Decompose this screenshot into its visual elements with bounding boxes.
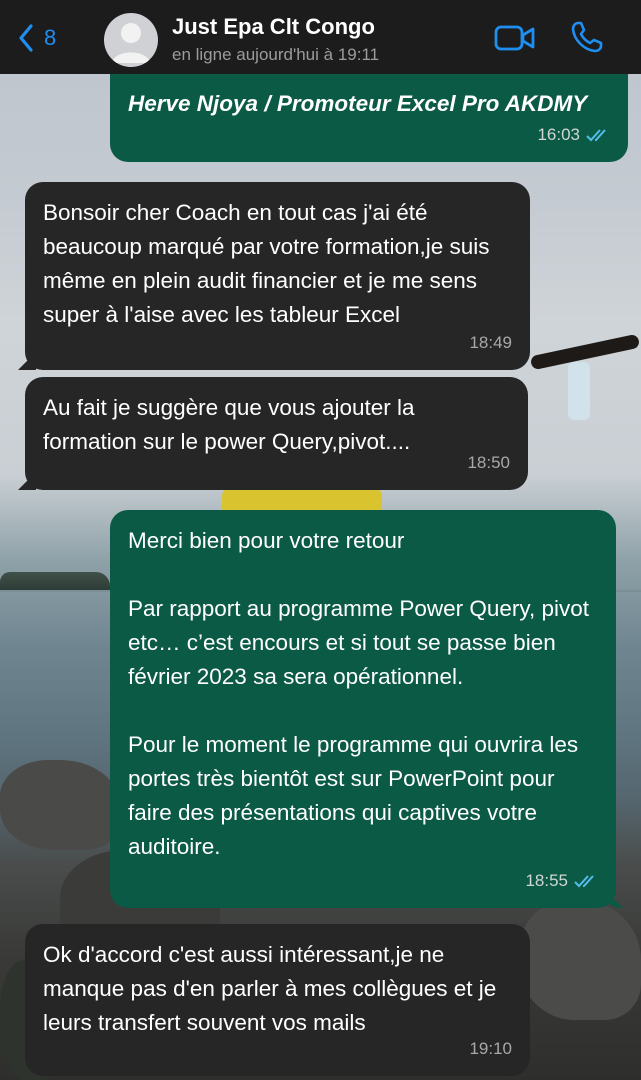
double-check-icon bbox=[586, 129, 606, 142]
message-timestamp: 19:10 bbox=[469, 1039, 512, 1058]
double-check-icon bbox=[574, 875, 594, 888]
contact-status: en ligne aujourd'hui à 19:11 bbox=[172, 45, 380, 64]
contact-name[interactable]: Just Epa Clt Congo bbox=[172, 14, 375, 40]
back-button[interactable]: 8 bbox=[18, 24, 56, 52]
message-time: 16:03 bbox=[537, 118, 610, 152]
message-text: Merci bien pour votre retour Par rapport… bbox=[128, 528, 590, 859]
chevron-left-icon bbox=[19, 24, 33, 52]
message-timestamp: 18:55 bbox=[525, 871, 568, 890]
message-text: Herve Njoya / Promoteur Excel Pro AKDMY bbox=[128, 91, 588, 116]
wallpaper-bottle bbox=[568, 362, 590, 420]
video-call-button[interactable] bbox=[494, 24, 536, 57]
message-bubble-incoming[interactable]: Bonsoir cher Coach en tout cas j'ai été … bbox=[25, 182, 530, 370]
chat-header: 8 Just Epa Clt Congo en ligne aujourd'hu… bbox=[0, 0, 641, 74]
message-text: Bonsoir cher Coach en tout cas j'ai été … bbox=[43, 200, 496, 327]
message-text: Ok d'accord c'est aussi intéressant,je n… bbox=[43, 942, 503, 1035]
voice-call-button[interactable] bbox=[570, 20, 604, 59]
unread-count: 8 bbox=[44, 25, 57, 50]
wallpaper-rock bbox=[0, 760, 120, 850]
message-timestamp: 18:50 bbox=[467, 453, 510, 472]
message-bubble-incoming[interactable]: Ok d'accord c'est aussi intéressant,je n… bbox=[25, 924, 530, 1076]
video-camera-icon bbox=[494, 25, 535, 51]
message-bubble-outgoing[interactable]: Herve Njoya / Promoteur Excel Pro AKDMY … bbox=[110, 74, 628, 162]
wallpaper-rock bbox=[520, 900, 641, 1020]
wallpaper-treeline bbox=[0, 572, 110, 592]
message-timestamp: 18:49 bbox=[469, 333, 512, 352]
default-avatar-icon bbox=[112, 23, 150, 63]
message-bubble-outgoing[interactable]: Merci bien pour votre retour Par rapport… bbox=[110, 510, 616, 908]
message-bubble-incoming[interactable]: Au fait je suggère que vous ajouter la f… bbox=[25, 377, 528, 490]
message-time: 18:55 bbox=[525, 864, 598, 898]
message-timestamp: 16:03 bbox=[537, 125, 580, 144]
avatar[interactable] bbox=[104, 13, 158, 67]
phone-icon bbox=[571, 21, 603, 53]
message-text: Au fait je suggère que vous ajouter la f… bbox=[43, 395, 421, 454]
